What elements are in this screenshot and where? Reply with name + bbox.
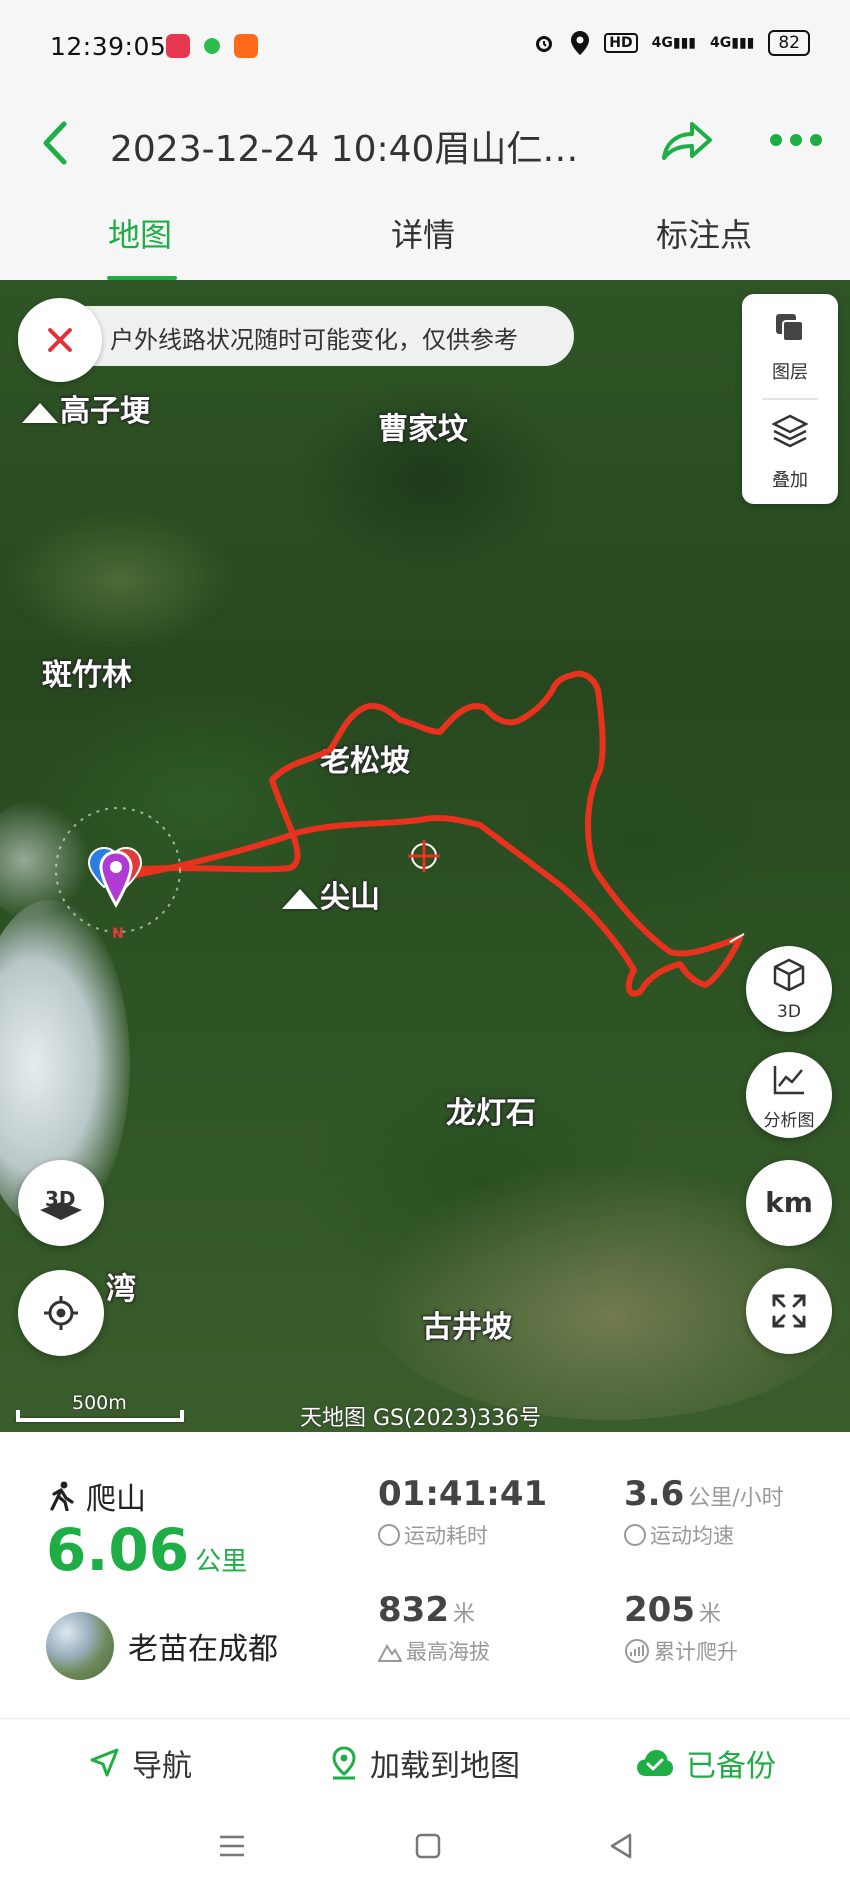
load-to-map-label: 加载到地图 — [370, 1749, 520, 1784]
max-altitude-label: 最高海拔 — [406, 1640, 490, 1664]
signal-icon: 4G▮▮▮ — [651, 35, 696, 51]
map-view[interactable]: 高子埂 曹家坟 斑竹林 老松坡 尖山 龙灯石 古井坡 湾 N 户外线路状况随时可… — [0, 280, 850, 1432]
locate-icon — [44, 1296, 78, 1330]
duration-value: 01:41:41 — [378, 1474, 548, 1514]
north-indicator: N — [112, 926, 124, 942]
tab-details[interactable]: 详情 — [391, 210, 455, 256]
status-icons: HD 4G▮▮▮ 4G▮▮▮ 82 — [532, 30, 810, 56]
analysis-chart-button[interactable]: 分析图 — [746, 1052, 832, 1138]
climb-icon — [625, 1639, 649, 1663]
activity-summary: 爬山 6.06 公里 老苗在成都 01:41:41 运动耗时 3.6 公里/小时 运… — [0, 1432, 850, 1718]
hiking-icon — [50, 1481, 74, 1511]
share-icon[interactable] — [658, 116, 714, 166]
overlay-button[interactable]: 叠加 — [742, 402, 838, 500]
svg-text:3D: 3D — [45, 1187, 76, 1211]
page-title: 2023-12-24 10:40眉山仁… — [110, 129, 579, 170]
close-notice-icon[interactable] — [18, 298, 102, 382]
tilt-3d-button[interactable]: 3D — [18, 1160, 104, 1246]
distance-unit: 公里 — [195, 1547, 248, 1577]
tilt-3d-icon: 3D — [40, 1187, 82, 1220]
backed-up-status[interactable]: 已备份 — [636, 1741, 776, 1785]
metric-avg-speed: 3.6 公里/小时 运动均速 — [624, 1474, 784, 1550]
route-notice-banner: 户外线路状况随时可能变化，仅供参考 — [18, 298, 574, 382]
max-altitude-value: 832 — [378, 1590, 449, 1630]
view-3d-button[interactable]: 3D — [746, 946, 832, 1032]
avg-speed-value: 3.6 — [624, 1474, 685, 1514]
map-scale: 500m — [16, 1392, 184, 1422]
load-to-map-button[interactable]: 加载到地图 — [330, 1741, 520, 1785]
navigate-button[interactable]: 导航 — [88, 1741, 192, 1785]
scale-bar — [16, 1410, 184, 1422]
app-notification-icon — [166, 34, 190, 58]
view-3d-label: 3D — [777, 1002, 801, 1022]
tab-bar: 地图 详情 标注点 — [0, 192, 850, 280]
fullscreen-icon — [772, 1294, 806, 1328]
metric-duration: 01:41:41 运动耗时 — [378, 1474, 547, 1550]
status-bar: 12:39:05 HD 4G▮▮▮ 4G▮▮▮ 82 — [0, 0, 850, 96]
sport-label: 爬山 — [86, 1482, 146, 1517]
locate-me-button[interactable] — [18, 1270, 104, 1356]
backed-up-label: 已备份 — [686, 1749, 776, 1784]
overlay-stack-icon — [772, 414, 808, 448]
hd-icon: HD — [604, 33, 638, 53]
signal2-icon: 4G▮▮▮ — [710, 35, 755, 51]
back-icon[interactable] — [602, 1826, 642, 1866]
analysis-chart-icon — [773, 1066, 804, 1095]
notice-text: 户外线路状况随时可能变化，仅供参考 — [110, 326, 518, 354]
location-icon — [571, 31, 590, 55]
alarm-icon — [536, 36, 553, 52]
status-time: 12:39:05 — [50, 32, 167, 61]
back-arrow-icon[interactable] — [36, 118, 76, 168]
user-name[interactable]: 老苗在成都 — [128, 1624, 278, 1668]
start-end-pin-icon[interactable] — [86, 846, 152, 910]
duration-label: 运动耗时 — [404, 1524, 488, 1548]
panel-divider — [762, 398, 818, 400]
metric-total-climb: 205 米 累计爬升 — [624, 1590, 738, 1666]
map-copyright: 天地图 GS(2023)336号 — [300, 1406, 542, 1431]
units-label: km — [765, 1186, 813, 1219]
speed-icon — [624, 1524, 646, 1546]
timer-icon — [378, 1524, 400, 1546]
user-profile[interactable]: 老苗在成都 — [46, 1612, 278, 1680]
distance-value: 6.06 — [46, 1516, 190, 1584]
cloud-check-icon — [637, 1750, 673, 1776]
sport-type: 爬山 — [48, 1474, 146, 1518]
layers-icon — [776, 314, 804, 342]
more-menu-icon[interactable] — [770, 134, 822, 146]
system-nav-bar — [0, 1802, 850, 1889]
home-icon[interactable] — [408, 1826, 448, 1866]
bottom-action-bar: 导航 加载到地图 已备份 — [0, 1718, 850, 1802]
avg-speed-label: 运动均速 — [650, 1524, 734, 1548]
menu-icon[interactable] — [212, 1826, 252, 1866]
chat-notification-icon — [204, 38, 220, 54]
navigate-label: 导航 — [132, 1749, 192, 1784]
avatar[interactable] — [46, 1612, 114, 1680]
tab-map[interactable]: 地图 — [108, 210, 172, 256]
layers-label: 图层 — [772, 362, 808, 383]
navigation-arrow-icon — [90, 1748, 119, 1777]
max-altitude-unit: 米 — [452, 1602, 475, 1627]
metric-max-altitude: 832 米 最高海拔 — [378, 1590, 490, 1666]
overlay-label: 叠加 — [772, 470, 808, 491]
analysis-chart-label: 分析图 — [763, 1111, 815, 1131]
title-bar: 2023-12-24 10:40眉山仁… — [0, 96, 850, 192]
total-climb-unit: 米 — [698, 1602, 721, 1627]
total-climb-value: 205 — [624, 1590, 695, 1630]
shop-notification-icon — [234, 34, 258, 58]
map-pin-icon — [332, 1746, 356, 1780]
total-climb-label: 累计爬升 — [654, 1640, 738, 1664]
tab-markers[interactable]: 标注点 — [656, 210, 752, 256]
fullscreen-button[interactable] — [746, 1268, 832, 1354]
total-distance: 6.06 公里 — [46, 1516, 247, 1584]
avg-speed-unit: 公里/小时 — [688, 1486, 784, 1511]
altitude-icon — [378, 1644, 402, 1662]
scale-label: 500m — [72, 1392, 127, 1414]
layer-panel: 图层 叠加 — [742, 294, 838, 504]
cube-icon — [773, 958, 805, 992]
layers-button[interactable]: 图层 — [742, 294, 838, 392]
units-toggle-button[interactable]: km — [746, 1160, 832, 1246]
battery-icon: 82 — [768, 30, 810, 56]
